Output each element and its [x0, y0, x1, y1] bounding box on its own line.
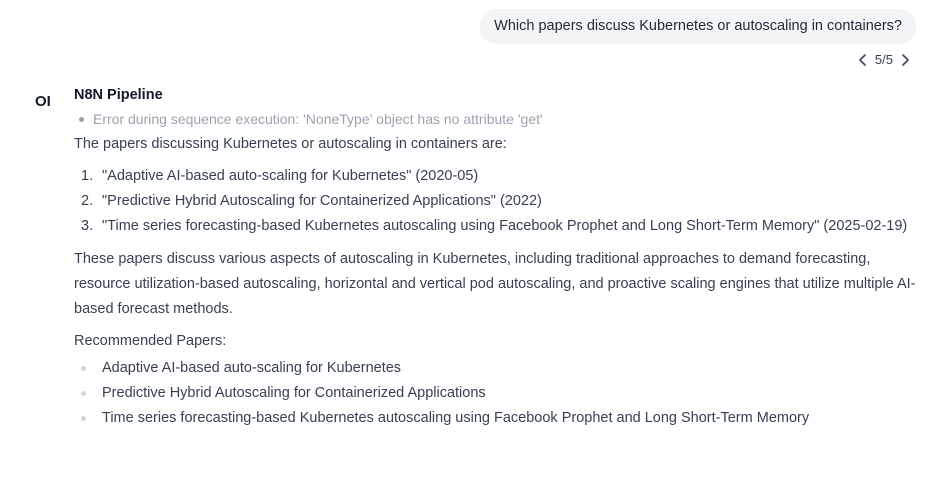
- model-name: N8N Pipeline: [74, 87, 163, 103]
- status-dot-icon: [79, 116, 84, 122]
- user-message-row: Which papers discuss Kubernetes or autos…: [480, 9, 916, 44]
- intro-paragraph: The papers discussing Kubernetes or auto…: [74, 136, 507, 152]
- list-item-text: Adaptive AI-based auto-scaling for Kuber…: [102, 360, 402, 376]
- bullet-icon: [74, 391, 102, 396]
- pager-count: 5/5: [874, 52, 893, 67]
- list-item-text: "Time series forecasting-based Kubernete…: [102, 218, 908, 234]
- bullet-icon: [74, 366, 102, 371]
- assistant-message: N8N Pipeline Error during sequence execu…: [74, 86, 916, 431]
- recommended-label: Recommended Papers:: [74, 333, 227, 349]
- list-item: 2. "Predictive Hybrid Autoscaling for Co…: [74, 189, 916, 214]
- chevron-right-icon[interactable]: [899, 53, 911, 67]
- list-number: 2.: [81, 193, 94, 209]
- recommended-list: Adaptive AI-based auto-scaling for Kuber…: [74, 356, 916, 431]
- list-item-text: Predictive Hybrid Autoscaling for Contai…: [102, 385, 486, 401]
- list-item-text: Time series forecasting-based Kubernetes…: [102, 410, 810, 426]
- user-message-bubble: Which papers discuss Kubernetes or autos…: [480, 9, 916, 44]
- chevron-left-icon[interactable]: [857, 53, 869, 67]
- assistant-avatar: OI: [35, 93, 51, 110]
- list-item: Predictive Hybrid Autoscaling for Contai…: [74, 381, 916, 406]
- bullet-icon: [74, 416, 102, 421]
- numbered-list: 1. "Adaptive AI-based auto-scaling for K…: [74, 164, 916, 239]
- status-error: Error during sequence execution: 'NoneTy…: [74, 110, 916, 128]
- list-item: Time series forecasting-based Kubernetes…: [74, 406, 916, 431]
- list-number: 1.: [81, 168, 94, 184]
- list-item: 1. "Adaptive AI-based auto-scaling for K…: [74, 164, 916, 189]
- status-text: Error during sequence execution: 'NoneTy…: [93, 111, 543, 127]
- response-pager: 5/5: [857, 52, 911, 67]
- list-item-text: "Predictive Hybrid Autoscaling for Conta…: [102, 193, 542, 209]
- message-content: The papers discussing Kubernetes or auto…: [74, 132, 916, 431]
- list-number: 3.: [81, 218, 94, 234]
- list-item: 3. "Time series forecasting-based Kubern…: [74, 214, 916, 239]
- summary-paragraph: These papers discuss various aspects of …: [74, 251, 916, 317]
- list-item-text: "Adaptive AI-based auto-scaling for Kube…: [102, 168, 479, 184]
- list-item: Adaptive AI-based auto-scaling for Kuber…: [74, 356, 916, 381]
